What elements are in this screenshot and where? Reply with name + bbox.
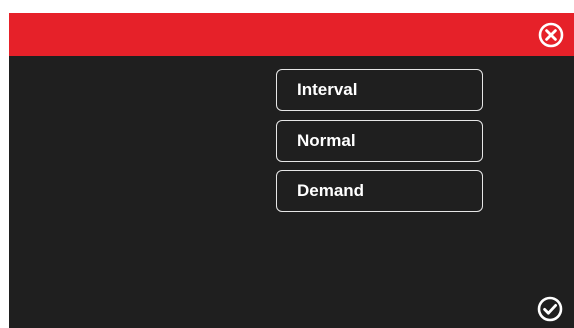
- option-label: Interval: [297, 80, 358, 99]
- header-bar: [9, 13, 574, 56]
- option-interval-button[interactable]: Interval: [276, 69, 483, 111]
- confirm-button[interactable]: [537, 296, 563, 322]
- dialog: Interval Normal Demand: [9, 13, 574, 328]
- option-demand-button[interactable]: Demand: [276, 170, 483, 212]
- check-circle-icon: [537, 296, 563, 322]
- close-button[interactable]: [538, 22, 564, 48]
- option-label: Demand: [297, 181, 365, 200]
- option-normal-button[interactable]: Normal: [276, 120, 483, 162]
- close-circle-icon: [538, 22, 564, 48]
- option-label: Normal: [297, 131, 356, 150]
